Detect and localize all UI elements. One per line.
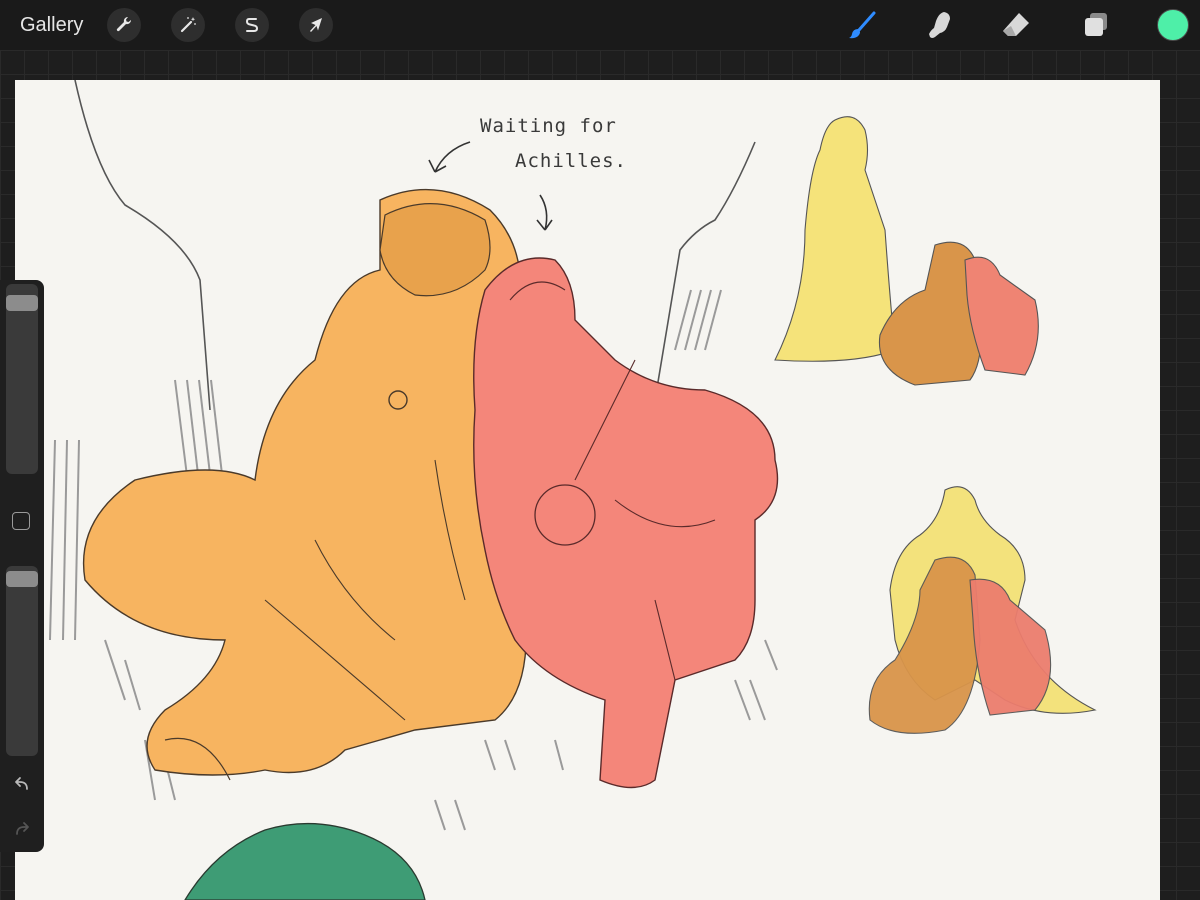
wrench-icon bbox=[116, 16, 132, 32]
orange-seated-figure bbox=[82, 188, 527, 781]
undo-icon bbox=[15, 777, 28, 790]
top-toolbar: Gallery bbox=[0, 0, 1200, 50]
annotation-line-1: Waiting for bbox=[480, 115, 617, 137]
left-sidebar bbox=[0, 280, 44, 852]
eraser-icon bbox=[1003, 13, 1029, 36]
brush-size-thumb[interactable] bbox=[6, 294, 38, 311]
modify-button[interactable] bbox=[12, 512, 30, 530]
magic-wand-icon bbox=[180, 17, 196, 33]
color-swatch[interactable] bbox=[1157, 9, 1189, 41]
eraser-button[interactable] bbox=[999, 8, 1033, 42]
layers-button[interactable] bbox=[1079, 8, 1113, 42]
undo-button[interactable] bbox=[10, 773, 34, 797]
small-red-figure-bottom bbox=[969, 578, 1052, 716]
arrow-to-achilles bbox=[536, 194, 553, 231]
yellow-standing-figure bbox=[774, 116, 896, 362]
artwork bbox=[49, 80, 1097, 900]
opacity-thumb[interactable] bbox=[6, 571, 38, 588]
actions-button[interactable] bbox=[107, 8, 141, 42]
brush-size-slider[interactable] bbox=[6, 284, 38, 474]
layers-icon bbox=[1085, 13, 1107, 36]
annotation-line-2: Achilles. bbox=[515, 150, 627, 172]
selection-s-icon bbox=[245, 18, 259, 32]
brush-button[interactable] bbox=[845, 8, 879, 42]
smudge-finger-icon bbox=[929, 12, 950, 38]
green-figure-partial bbox=[184, 822, 426, 900]
red-seated-figure bbox=[473, 257, 779, 789]
drawing-canvas[interactable]: Waiting for Achilles. bbox=[15, 80, 1160, 900]
smudge-button[interactable] bbox=[922, 8, 956, 42]
arrow-cursor-icon bbox=[310, 18, 322, 32]
small-orange-figure-bottom bbox=[868, 556, 981, 734]
selection-button[interactable] bbox=[235, 8, 269, 42]
opacity-slider[interactable] bbox=[6, 566, 38, 756]
gallery-button[interactable]: Gallery bbox=[20, 12, 83, 38]
arrow-to-patroclus bbox=[428, 141, 471, 173]
brush-icon bbox=[849, 11, 876, 39]
adjustments-button[interactable] bbox=[171, 8, 205, 42]
transform-button[interactable] bbox=[299, 8, 333, 42]
redo-button[interactable] bbox=[10, 818, 34, 842]
redo-icon bbox=[16, 822, 29, 835]
